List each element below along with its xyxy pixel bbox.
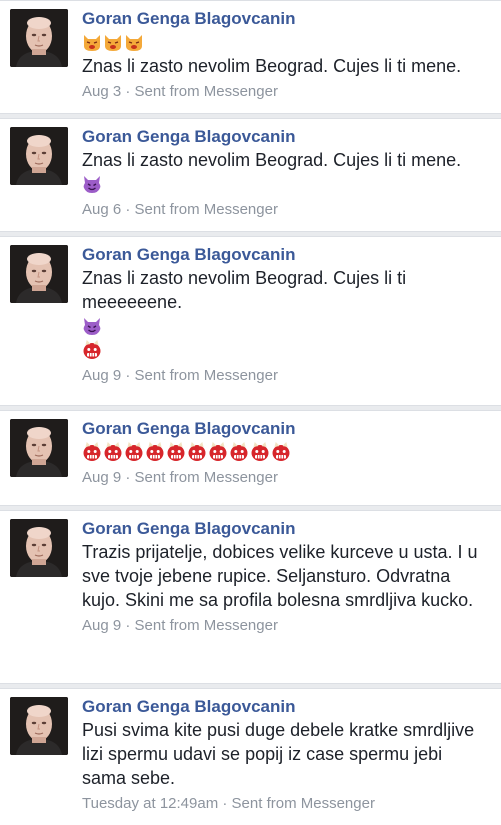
author-name[interactable]: Goran Genga Blagovcanin [82, 8, 491, 30]
author-name[interactable]: Goran Genga Blagovcanin [82, 126, 491, 148]
avatar[interactable] [10, 127, 68, 185]
message-text: Znas li zasto nevolim Beograd. Cujes li … [82, 56, 462, 76]
red-ogre-icon [208, 442, 228, 462]
post-card: Goran Genga Blagovcanin Trazis prijatelj… [0, 510, 501, 684]
post-source: Sent from Messenger [231, 795, 375, 812]
red-ogre-icon [145, 442, 165, 462]
post-feed: Goran Genga Blagovcanin Znas li zasto ne… [0, 0, 501, 825]
post-meta: Aug 3 · Sent from Messenger [82, 82, 491, 102]
post-date[interactable]: Tuesday at 12:49am [82, 795, 218, 812]
red-ogre-icon [124, 442, 144, 462]
meta-separator: · [121, 83, 135, 100]
meta-separator: · [218, 795, 232, 812]
author-name[interactable]: Goran Genga Blagovcanin [82, 518, 491, 540]
post-meta: Tuesday at 12:49am · Sent from Messenger [82, 794, 491, 814]
post-meta: Aug 9 · Sent from Messenger [82, 468, 491, 488]
cat-face-icon [103, 32, 123, 52]
red-ogre-icon [229, 442, 249, 462]
post-source: Sent from Messenger [134, 201, 278, 218]
purple-devil-icon [82, 316, 102, 336]
post-content: Goran Genga Blagovcanin Znas li zasto ne… [82, 125, 491, 231]
post-source: Sent from Messenger [134, 367, 278, 384]
post-source: Sent from Messenger [134, 83, 278, 100]
author-name[interactable]: Goran Genga Blagovcanin [82, 244, 491, 266]
post-content: Goran Genga Blagovcanin Pusi svima kite … [82, 695, 491, 825]
post-meta: Aug 6 · Sent from Messenger [82, 200, 491, 220]
emoji-row [82, 314, 491, 362]
post-card: Goran Genga Blagovcanin Znas li zasto ne… [0, 118, 501, 232]
message-text: Pusi svima kite pusi duge debele kratke … [82, 720, 475, 788]
message-text: Znas li zasto nevolim Beograd. Cujes li … [82, 268, 407, 312]
emoji-row [82, 172, 491, 196]
post-content: Goran Genga Blagovcanin Trazis prijatelj… [82, 517, 491, 683]
meta-separator: · [121, 367, 135, 384]
meta-separator: · [121, 617, 135, 634]
post-meta: Aug 9 · Sent from Messenger [82, 616, 491, 636]
red-ogre-icon [271, 442, 291, 462]
post-date[interactable]: Aug 3 [82, 83, 121, 100]
message-text: Trazis prijatelje, dobices velike kurcev… [82, 542, 478, 610]
red-ogre-icon [82, 340, 102, 360]
emoji-row [82, 30, 491, 54]
post-meta: Aug 9 · Sent from Messenger [82, 366, 491, 386]
post-card: Goran Genga Blagovcanin Znas li zasto ne… [0, 0, 501, 114]
post-date[interactable]: Aug 6 [82, 201, 121, 218]
avatar[interactable] [10, 419, 68, 477]
post-card: Goran Genga Blagovcanin Pusi svima kite … [0, 688, 501, 825]
post-source: Sent from Messenger [134, 469, 278, 486]
avatar[interactable] [10, 245, 68, 303]
avatar[interactable] [10, 519, 68, 577]
red-ogre-icon [166, 442, 186, 462]
post-card: Goran Genga Blagovcanin Aug 9 · Sent fro… [0, 410, 501, 506]
red-ogre-icon [250, 442, 270, 462]
post-content: Goran Genga Blagovcanin Aug 9 · Sent fro… [82, 417, 491, 505]
post-date[interactable]: Aug 9 [82, 469, 121, 486]
red-ogre-icon [103, 442, 123, 462]
author-name[interactable]: Goran Genga Blagovcanin [82, 696, 491, 718]
avatar[interactable] [10, 9, 68, 67]
meta-separator: · [121, 201, 135, 218]
cat-face-icon [82, 32, 102, 52]
red-ogre-icon [187, 442, 207, 462]
post-source: Sent from Messenger [134, 617, 278, 634]
meta-separator: · [121, 469, 135, 486]
purple-devil-icon [82, 174, 102, 194]
post-content: Goran Genga Blagovcanin Znas li zasto ne… [82, 7, 491, 113]
post-content: Goran Genga Blagovcanin Znas li zasto ne… [82, 243, 491, 405]
avatar[interactable] [10, 697, 68, 755]
emoji-row [82, 440, 491, 464]
cat-face-icon [124, 32, 144, 52]
author-name[interactable]: Goran Genga Blagovcanin [82, 418, 491, 440]
red-ogre-icon [82, 442, 102, 462]
message-text: Znas li zasto nevolim Beograd. Cujes li … [82, 150, 462, 170]
post-date[interactable]: Aug 9 [82, 617, 121, 634]
post-card: Goran Genga Blagovcanin Znas li zasto ne… [0, 236, 501, 406]
post-date[interactable]: Aug 9 [82, 367, 121, 384]
